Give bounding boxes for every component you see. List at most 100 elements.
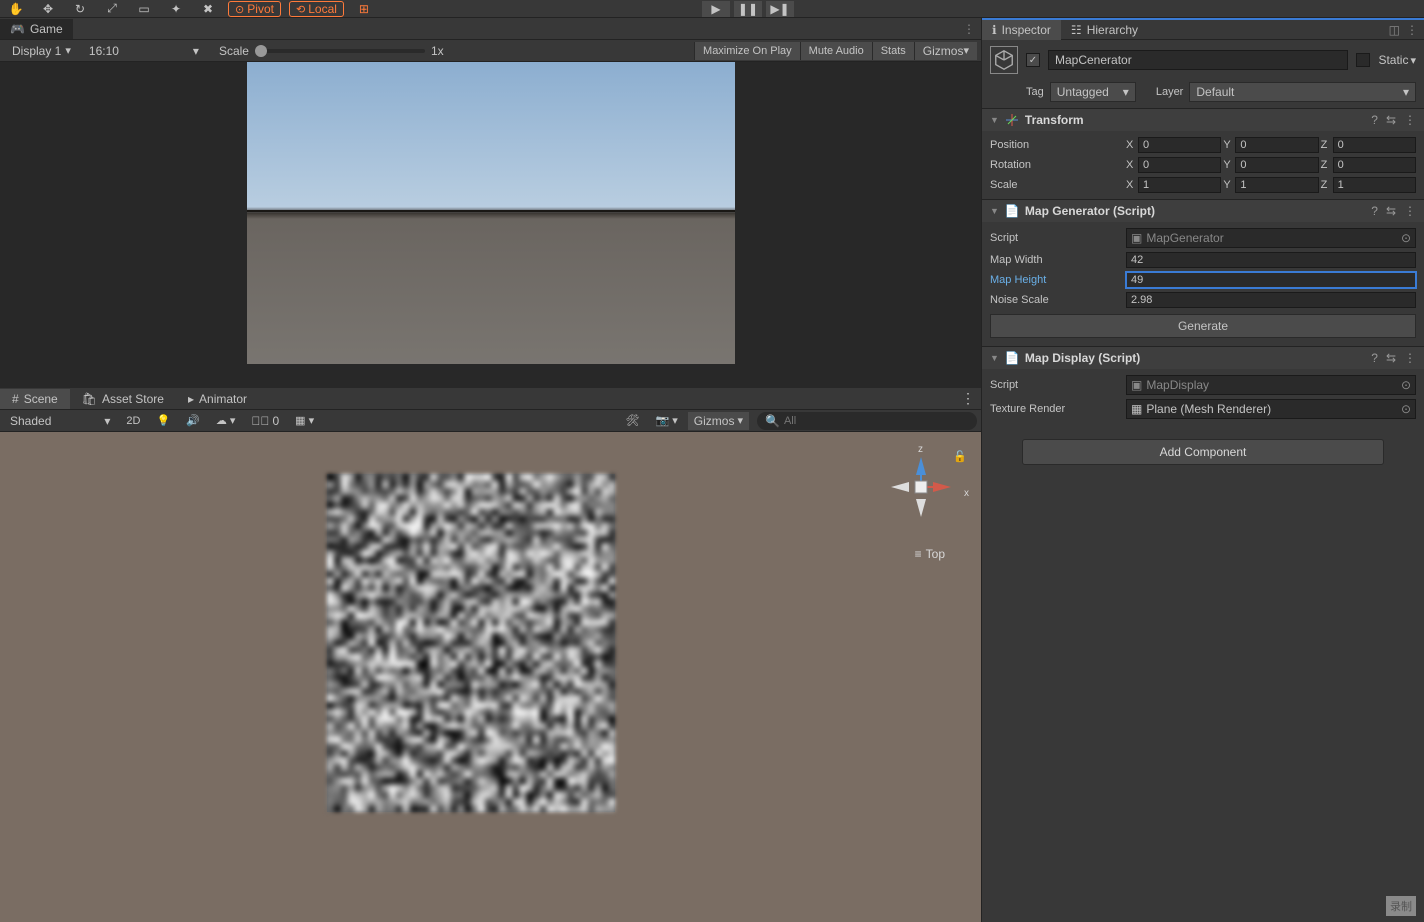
mute-audio-button[interactable]: Mute Audio [800,42,872,60]
layer-dropdown[interactable]: Default▾ [1189,82,1416,102]
script-reference[interactable]: ▣MapGenerator⊙ [1126,228,1416,248]
rotation-y-input[interactable] [1235,157,1318,173]
tab-game[interactable]: 🎮Game [0,19,73,39]
scale-y-input[interactable] [1235,177,1318,193]
tag-layer-row: Tag Untagged▾ Layer Default▾ [982,80,1424,108]
rect-tool-icon[interactable]: ▭ [132,1,156,17]
help-icon[interactable]: ? [1371,351,1378,365]
stats-button[interactable]: Stats [872,42,914,60]
audio-icon[interactable]: 🔊 [180,412,206,429]
hidden-objects[interactable]: 👁⃠0 [245,412,285,430]
scale-tool-icon[interactable]: ⤢ [100,1,124,17]
maximize-on-play-button[interactable]: Maximize On Play [694,42,800,60]
gizmos-dropdown[interactable]: Gizmos ▾ [914,42,977,60]
preset-icon[interactable]: ⇆ [1386,113,1396,127]
tab-scene[interactable]: # Scene [0,389,70,409]
game-viewport [0,62,981,388]
preset-icon[interactable]: ⇆ [1386,351,1396,365]
x-label: X [1126,139,1136,151]
help-icon[interactable]: ? [1371,113,1378,127]
mode-2d-toggle[interactable]: 2D [120,413,146,429]
local-toggle[interactable]: ⟲ Local [289,1,344,17]
tab-hierarchy[interactable]: ☷ Hierarchy [1061,20,1148,40]
game-icon: 🎮 [10,22,25,36]
step-button[interactable]: ▶❚ [766,1,794,17]
gameobject-icon[interactable] [990,46,1018,74]
panel-menu-icon[interactable]: ⋮ [1406,23,1418,37]
tag-dropdown[interactable]: Untagged▾ [1050,82,1136,102]
texture-render-reference[interactable]: ▦Plane (Mesh Renderer)⊙ [1126,399,1416,419]
scene-panel-menu-icon[interactable]: ⋮ [961,390,975,407]
mesh-renderer-icon: ▦ [1131,402,1142,416]
rotation-z-input[interactable] [1333,157,1416,173]
scene-search-input[interactable] [784,415,969,427]
play-button[interactable]: ▶ [702,1,730,17]
grid-dropdown[interactable]: ▦ ▾ [289,412,320,429]
noise-scale-input[interactable] [1126,292,1416,308]
help-icon[interactable]: ? [1371,204,1378,218]
static-checkbox[interactable] [1356,53,1370,67]
rotate-tool-icon[interactable]: ↻ [68,1,92,17]
active-checkbox[interactable]: ✓ [1026,53,1040,67]
tab-animator-label: Animator [199,392,247,406]
fx-dropdown[interactable]: ☁ ▾ [210,412,242,429]
rotation-x-input[interactable] [1138,157,1221,173]
scene-gizmos-dropdown[interactable]: Gizmos ▾ [688,412,749,430]
tab-inspector[interactable]: ℹ Inspector [982,20,1061,40]
tab-asset-store[interactable]: 🛍 Asset Store [70,389,176,409]
custom-tool-icon[interactable]: ✖ [196,1,220,17]
map-width-input[interactable] [1126,252,1416,268]
menu-icon[interactable]: ⋮ [1404,204,1416,218]
position-y-input[interactable] [1235,137,1318,153]
script-reference[interactable]: ▣MapDisplay⊙ [1126,375,1416,395]
pause-button[interactable]: ❚❚ [734,1,762,17]
add-component-button[interactable]: Add Component [1022,439,1384,465]
scene-search[interactable]: 🔍 [757,412,977,430]
scale-label: Scale [219,44,249,58]
camera-dropdown[interactable]: 📷 ▾ [650,412,684,429]
script-row: Script ▣MapGenerator⊙ [990,226,1416,250]
map-display-header[interactable]: ▼ 📄 Map Display (Script) ?⇆⋮ [982,347,1424,369]
map-height-input[interactable] [1126,272,1416,288]
gizmo-lock-icon[interactable]: 🔓 [953,450,967,463]
panel-menu-icon[interactable]: ⋮ [963,22,981,36]
scale-x-input[interactable] [1138,177,1221,193]
shading-dropdown[interactable]: Shaded▾ [4,412,116,430]
hand-tool-icon[interactable]: ✋ [4,1,28,17]
lighting-icon[interactable]: 💡 [150,412,176,429]
script-label: Script [990,232,1122,244]
map-display-component: ▼ 📄 Map Display (Script) ?⇆⋮ Script ▣Map… [982,346,1424,425]
move-tool-icon[interactable]: ✥ [36,1,60,17]
menu-icon[interactable]: ⋮ [1404,351,1416,365]
scale-z-input[interactable] [1333,177,1416,193]
preset-icon[interactable]: ⇆ [1386,204,1396,218]
tab-animator[interactable]: ▸ Animator [176,389,259,409]
position-z-input[interactable] [1333,137,1416,153]
transform-header[interactable]: ▼ Transform ?⇆⋮ [982,109,1424,131]
tools-icon[interactable]: 🛠 [620,412,646,429]
game-tab-row: 🎮Game ⋮ [0,18,981,40]
noise-scale-label: Noise Scale [990,294,1122,306]
generate-button[interactable]: Generate [990,314,1416,338]
map-display-title: Map Display (Script) [1025,351,1140,365]
static-dropdown[interactable]: Static ▾ [1378,53,1416,67]
position-x-input[interactable] [1138,137,1221,153]
object-picker-icon[interactable]: ⊙ [1401,378,1411,392]
object-picker-icon[interactable]: ⊙ [1401,231,1411,245]
scene-viewport[interactable]: z x 🔓 ≡Top [0,432,981,922]
aspect-dropdown[interactable]: 16:10▾ [81,42,207,60]
scale-slider[interactable] [255,49,425,53]
orientation-gizmo[interactable] [881,447,961,527]
map-height-row: Map Height [990,270,1416,290]
gameobject-name-input[interactable] [1048,50,1348,70]
map-generator-header[interactable]: ▼ 📄 Map Generator (Script) ?⇆⋮ [982,200,1424,222]
display-dropdown[interactable]: Display 1 ▾ [4,42,79,60]
snap-icon[interactable]: ⊞ [352,1,376,17]
view-label[interactable]: ≡Top [915,547,945,561]
z-label: Z [1321,179,1331,191]
pivot-toggle[interactable]: ⊙ Pivot [228,1,281,17]
layout-icon[interactable]: ◫ [1389,23,1400,37]
transform-tool-icon[interactable]: ✦ [164,1,188,17]
menu-icon[interactable]: ⋮ [1404,113,1416,127]
object-picker-icon[interactable]: ⊙ [1401,402,1411,416]
